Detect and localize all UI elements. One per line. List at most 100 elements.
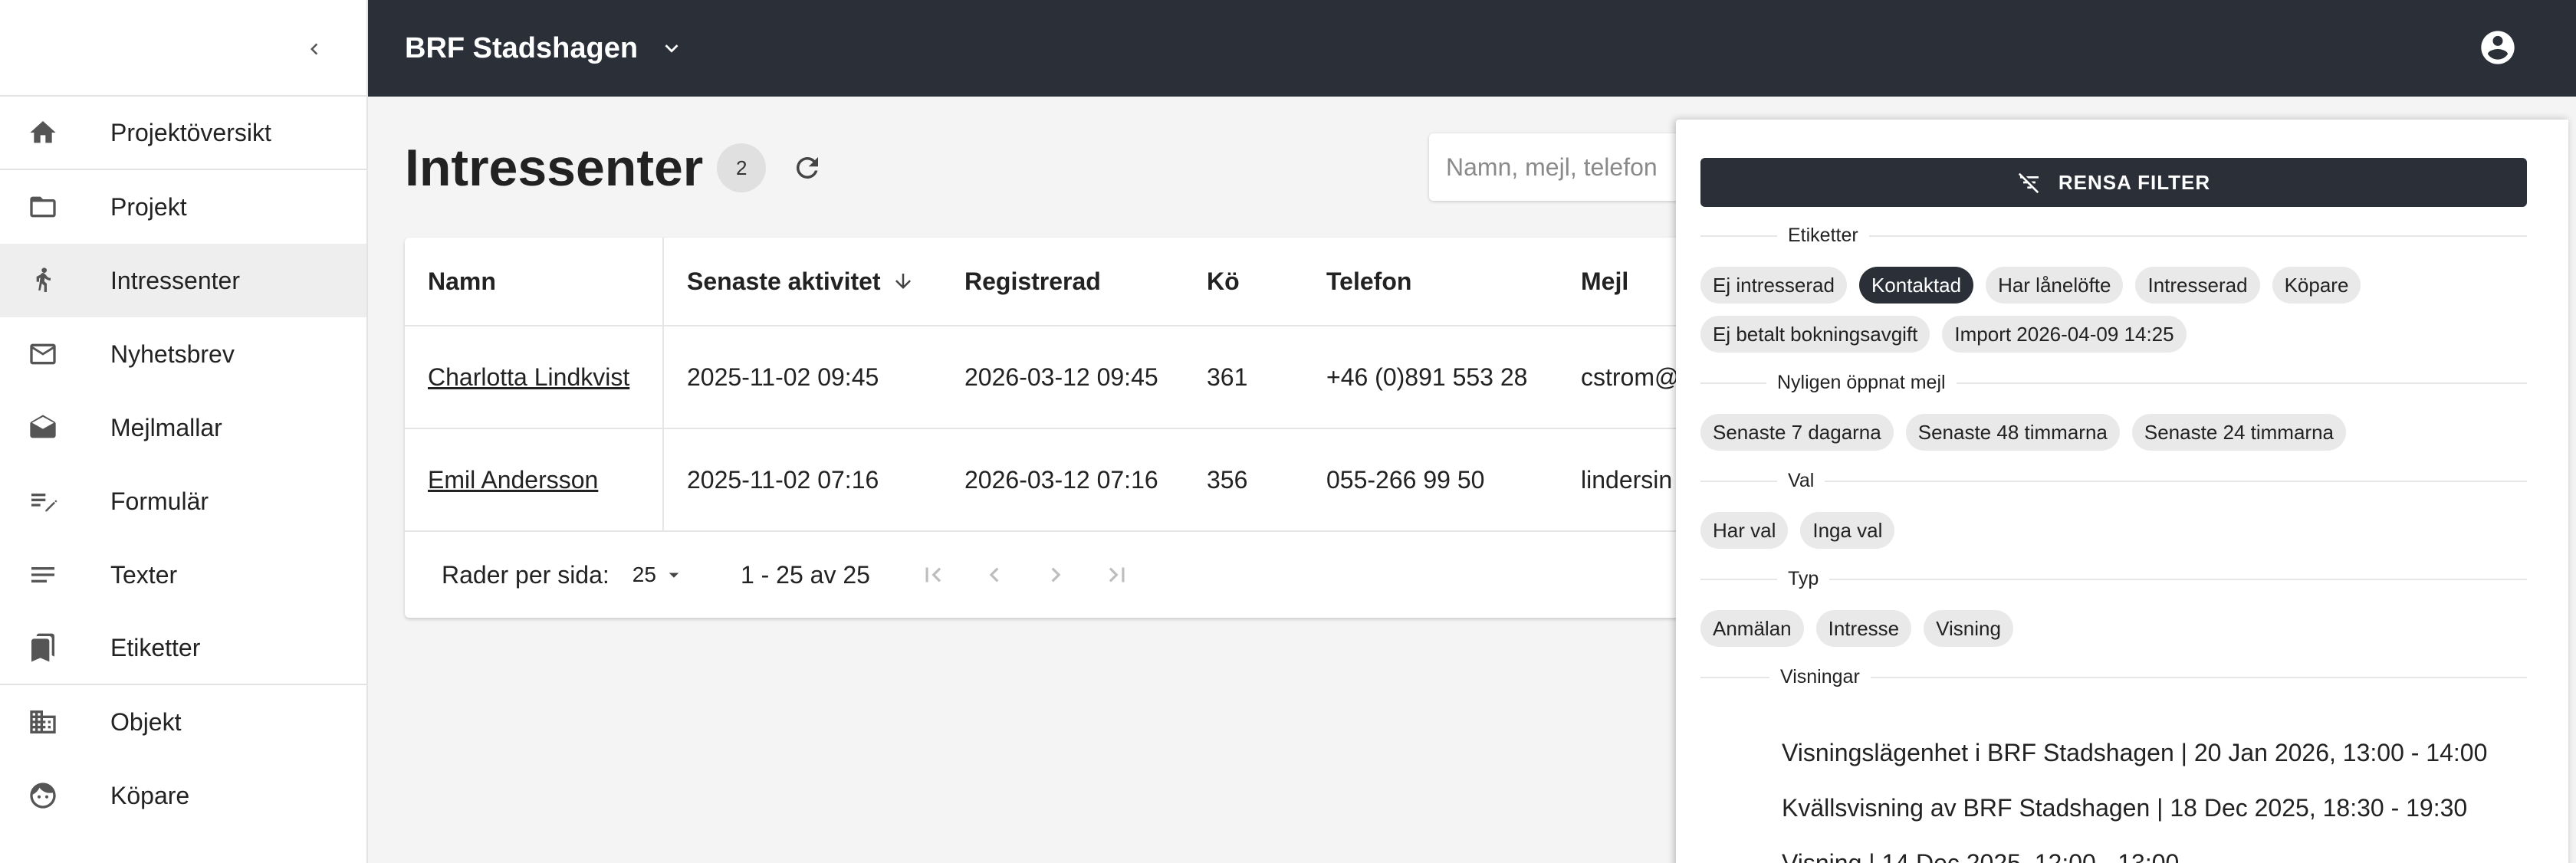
- face-icon: [26, 779, 60, 812]
- header-namn[interactable]: Namn: [428, 238, 496, 325]
- sidebar-item-mejlmallar[interactable]: Mejlmallar: [0, 391, 366, 464]
- rows-per-page-select[interactable]: 25: [632, 563, 685, 587]
- chip-intresse[interactable]: Intresse: [1815, 610, 1912, 647]
- first-page-button[interactable]: [915, 556, 951, 593]
- refresh-icon: [797, 156, 819, 179]
- section-label: Val: [1777, 470, 1825, 492]
- sidebar-item-objekt[interactable]: Objekt: [0, 685, 366, 759]
- chip-har-laneloefte[interactable]: Har lånelöfte: [1986, 267, 2124, 304]
- chip-visning[interactable]: Visning: [1924, 610, 2013, 647]
- edit-note-icon: [26, 484, 60, 518]
- sidebar-item-projektoversikt[interactable]: Projektöversikt: [0, 97, 366, 170]
- sidebar-item-formular[interactable]: Formulär: [0, 464, 366, 538]
- viewing-item[interactable]: Visning | 14 Dec 2025, 12:00 - 13:00: [1782, 835, 2487, 863]
- chip-senaste-24-timmarna[interactable]: Senaste 24 timmarna: [2131, 414, 2347, 451]
- chip-senaste-48-timmarna[interactable]: Senaste 48 timmarna: [1905, 414, 2120, 451]
- sidebar-item-label: Etiketter: [110, 633, 201, 661]
- last-page-button[interactable]: [1099, 556, 1135, 593]
- sidebar-item-label: Texter: [110, 560, 178, 589]
- row-registered: 2026-03-12 09:45: [964, 363, 1158, 391]
- interests-table: Namn Senaste aktivitet Registrerad Kö Te…: [405, 238, 1708, 618]
- row-activity: 2025-11-02 09:45: [687, 363, 879, 391]
- chips-nyligen-oppnat-mejl: Senaste 7 dagarna Senaste 48 timmarna Se…: [1700, 414, 2527, 451]
- rows-per-page-value: 25: [632, 563, 656, 586]
- header-senaste-aktivitet[interactable]: Senaste aktivitet: [687, 238, 915, 325]
- account-button[interactable]: [2478, 28, 2518, 67]
- chip-kopare[interactable]: Köpare: [2272, 267, 2361, 304]
- viewing-item[interactable]: Kvällsvisning av BRF Stadshagen | 18 Dec…: [1782, 780, 2487, 835]
- chip-ej-intresserad[interactable]: Ej intresserad: [1700, 267, 1847, 304]
- row-email: lindersin: [1581, 465, 1673, 494]
- table-row[interactable]: Emil Andersson 2025-11-02 07:16 2026-03-…: [405, 429, 1708, 532]
- table-row[interactable]: Charlotta Lindkvist 2025-11-02 09:45 202…: [405, 326, 1708, 429]
- collapse-sidebar-button[interactable]: [293, 28, 336, 71]
- header-label: Senaste aktivitet: [687, 267, 881, 295]
- chip-anmalan[interactable]: Anmälan: [1700, 610, 1804, 647]
- contact-name-link[interactable]: Emil Andersson: [428, 466, 598, 494]
- row-email: cstrom@: [1581, 363, 1680, 391]
- sidebar-item-label: Formulär: [110, 487, 209, 515]
- chips-val: Har val Inga val: [1700, 512, 2527, 549]
- sidebar-item-texter[interactable]: Texter: [0, 538, 366, 612]
- org-title[interactable]: BRF Stadshagen: [405, 32, 638, 65]
- refresh-button[interactable]: [787, 148, 827, 188]
- sidebar-item-intressenter[interactable]: Intressenter: [0, 244, 366, 317]
- viewing-item[interactable]: Visningslägenhet i BRF Stadshagen | 20 J…: [1782, 725, 2487, 780]
- sidebar-item-kopare[interactable]: Köpare: [0, 759, 366, 832]
- sidebar-nav: Projektöversikt Projekt Intressenter Nyh…: [0, 97, 366, 832]
- contact-name-link[interactable]: Charlotta Lindkvist: [428, 363, 629, 392]
- row-phone: +46 (0)891 553 28: [1326, 363, 1528, 391]
- chip-senaste-7-dagarna[interactable]: Senaste 7 dagarna: [1700, 414, 1894, 451]
- sidebar-item-label: Projekt: [110, 192, 187, 221]
- sidebar-header: [0, 0, 366, 97]
- next-page-button[interactable]: [1037, 556, 1074, 593]
- filter-panel: RENSA FILTER Etiketter Ej intresserad Ko…: [1676, 120, 2568, 863]
- chip-kontaktad[interactable]: Kontaktad: [1858, 267, 1974, 304]
- sidebar-item-etiketter[interactable]: Etiketter: [0, 612, 366, 685]
- chip-intresserad[interactable]: Intresserad: [2135, 267, 2260, 304]
- sidebar-item-label: Nyhetsbrev: [110, 340, 235, 368]
- table-header-row: Namn Senaste aktivitet Registrerad Kö Te…: [405, 238, 1708, 326]
- section-label: Nyligen öppnat mejl: [1766, 372, 1957, 394]
- notes-icon: [26, 558, 60, 592]
- mail-icon: [26, 337, 60, 371]
- caret-down-icon: [669, 573, 679, 578]
- sidebar-item-label: Köpare: [110, 781, 190, 809]
- chevron-right-icon: [1051, 567, 1061, 582]
- row-activity: 2025-11-02 07:16: [687, 465, 879, 494]
- header-telefon[interactable]: Telefon: [1326, 238, 1411, 325]
- chevron-left-icon: [310, 43, 318, 55]
- table-pagination: Rader per sida: 25 1 - 25 av 25: [405, 532, 1708, 618]
- section-nyligen-oppnat-mejl: Nyligen öppnat mejl: [1700, 372, 2527, 395]
- header-ko[interactable]: Kö: [1207, 238, 1240, 325]
- row-queue: 361: [1207, 363, 1248, 391]
- chip-ej-betalt-bokningsavgift[interactable]: Ej betalt bokningsavgift: [1700, 316, 1930, 353]
- section-val: Val: [1700, 470, 2527, 493]
- home-icon: [26, 116, 60, 149]
- chevron-left-icon: [989, 567, 999, 582]
- chip-import[interactable]: Import 2026-04-09 14:25: [1942, 316, 2187, 353]
- arrow-down-icon: [895, 274, 911, 289]
- sidebar-item-nyhetsbrev[interactable]: Nyhetsbrev: [0, 317, 366, 391]
- filter-off-icon: [2018, 172, 2039, 194]
- chevron-down-icon: [665, 44, 678, 53]
- top-bar: BRF Stadshagen: [368, 0, 2576, 97]
- chip-har-val[interactable]: Har val: [1700, 512, 1789, 549]
- section-visningar: Visningar: [1700, 666, 2527, 689]
- header-registrerad[interactable]: Registrerad: [964, 238, 1101, 325]
- viewings-list: Visningslägenhet i BRF Stadshagen | 20 J…: [1782, 725, 2487, 863]
- chip-inga-val[interactable]: Inga val: [1800, 512, 1895, 549]
- open-mail-icon: [26, 411, 60, 445]
- person-walking-icon: [26, 264, 60, 297]
- sidebar-item-projekt[interactable]: Projekt: [0, 170, 366, 244]
- previous-page-button[interactable]: [976, 556, 1013, 593]
- page-title: Intressenter: [405, 139, 704, 197]
- chips-etiketter: Ej intresserad Kontaktad Har lånelöfte I…: [1700, 267, 2527, 353]
- row-name: Emil Andersson: [428, 429, 598, 530]
- org-switcher-button[interactable]: [655, 31, 688, 65]
- header-mejl[interactable]: Mejl: [1581, 238, 1628, 325]
- row-phone: 055-266 99 50: [1326, 465, 1485, 494]
- clear-filter-button[interactable]: RENSA FILTER: [1700, 158, 2527, 207]
- folder-icon: [26, 190, 60, 224]
- sidebar-item-label: Intressenter: [110, 266, 240, 294]
